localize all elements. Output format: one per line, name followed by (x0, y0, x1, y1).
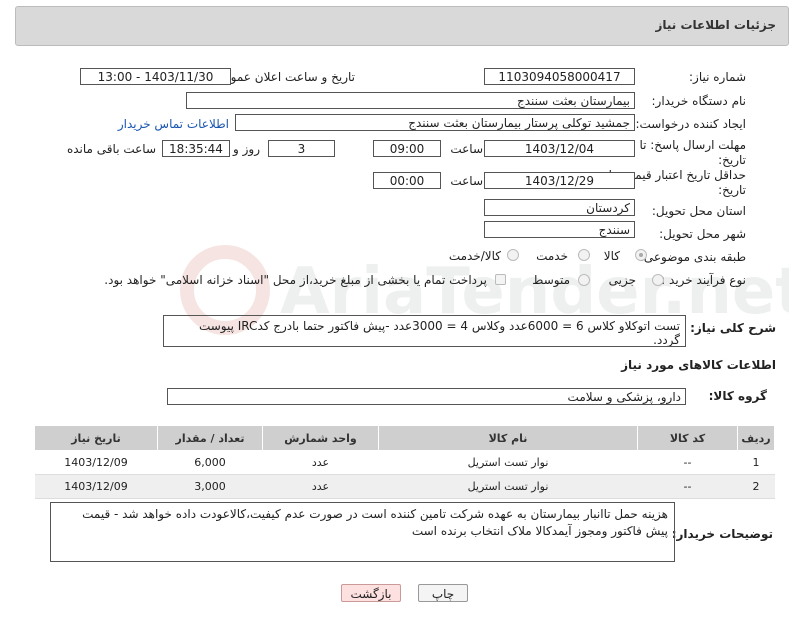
city-label: شهر محل تحویل: (659, 227, 746, 241)
purchase-radio-medium[interactable] (578, 274, 590, 286)
cell-need-date: 1403/12/09 (34, 450, 158, 475)
cell-goods-name: نوار تست استریل (378, 474, 638, 499)
days-remaining-field[interactable]: 3 (268, 140, 335, 157)
goods-group-label: گروه کالا: (708, 389, 767, 403)
need-number-label: شماره نیاز: (689, 70, 746, 84)
province-label: استان محل تحویل: (651, 204, 746, 218)
remaining-time-field[interactable]: 18:35:44 (162, 140, 230, 157)
category-goods-label: کالا (603, 249, 620, 263)
treasury-note: پرداخت تمام یا بخشی از مبلغ خرید،از محل … (104, 273, 487, 287)
cell-goods-code: -- (637, 450, 738, 475)
category-radio-goods[interactable] (635, 249, 647, 261)
buyer-notes-label: توضیحات خریدار: (671, 527, 773, 541)
print-button[interactable]: چاپ (418, 584, 468, 602)
purchase-type-label: نوع فرآیند خرید : (661, 273, 746, 287)
cell-quantity: 3,000 (157, 474, 263, 499)
purchase-radio-minor[interactable] (652, 274, 664, 286)
cell-unit: عدد (262, 450, 379, 475)
goods-table: ردیف کد کالا نام کالا واحد شمارش تعداد /… (34, 425, 775, 499)
col-quantity: تعداد / مقدار (157, 425, 263, 451)
buyer-org-label: نام دستگاه خریدار: (651, 94, 747, 108)
goods-group-field[interactable]: دارو، پزشکی و سلامت (167, 388, 686, 405)
need-number-field[interactable]: 1103094058000417 (484, 68, 635, 85)
page-title: جزئیات اطلاعات نیاز (655, 18, 776, 32)
cell-goods-code: -- (637, 474, 738, 499)
goods-table-header: ردیف کد کالا نام کالا واحد شمارش تعداد /… (34, 425, 775, 451)
remaining-label: ساعت باقی مانده (66, 142, 156, 156)
deadline-date-field[interactable]: 1403/12/04 (484, 140, 635, 157)
col-need-date: تاریخ نیاز (34, 425, 158, 451)
back-button[interactable]: بازگشت (341, 584, 401, 602)
cell-unit: عدد (262, 474, 379, 499)
cell-quantity: 6,000 (157, 450, 263, 475)
category-service-label: خدمت (536, 249, 568, 263)
cell-row-number: 2 (737, 474, 775, 499)
announce-date-field[interactable]: 1403/11/30 - 13:00 (80, 68, 231, 85)
deadline-label: مهلت ارسال پاسخ: تا (639, 138, 746, 152)
requester-label: ایجاد کننده درخواست: (635, 117, 746, 131)
category-goods-service-label: کالا/خدمت (448, 249, 501, 263)
page-header: جزئیات اطلاعات نیاز (15, 6, 789, 46)
min-price-date-field[interactable]: 1403/12/29 (484, 172, 635, 189)
min-price-time-label: ساعت (450, 174, 483, 188)
buyer-org-field[interactable]: بیمارستان بعثت سنندج (186, 92, 635, 109)
col-unit: واحد شمارش (262, 425, 379, 451)
deadline-time-label: ساعت (450, 142, 483, 156)
treasury-checkbox[interactable] (495, 274, 506, 285)
deadline-time-field[interactable]: 09:00 (373, 140, 441, 157)
category-radio-goods-service[interactable] (507, 249, 519, 261)
col-row-number: ردیف (737, 425, 775, 451)
deadline-label-date: تاریخ: (718, 153, 746, 167)
category-radio-service[interactable] (578, 249, 590, 261)
province-field[interactable]: کردستان (484, 199, 635, 216)
cell-need-date: 1403/12/09 (34, 474, 158, 499)
days-label: روز و (233, 142, 260, 156)
description-textarea[interactable]: تست اتوکلاو کلاس 6 = 6000عدد وکلاس 4 = 3… (163, 315, 686, 347)
min-price-label-date: تاریخ: (718, 183, 746, 197)
purchase-medium-label: متوسط (532, 273, 570, 287)
city-field[interactable]: سنندج (484, 221, 635, 238)
goods-section-title: اطلاعات کالاهای مورد نیاز (621, 358, 776, 372)
buyer-notes-textarea[interactable]: هزینه حمل تاانبار بیمارستان به عهده شرکت… (50, 502, 675, 562)
table-row: 2 -- نوار تست استریل عدد 3,000 1403/12/0… (34, 474, 775, 499)
requester-field[interactable]: جمشید توکلی پرستار بیمارستان بعثت سنندج (235, 114, 635, 131)
col-goods-code: کد کالا (637, 425, 738, 451)
cell-row-number: 1 (737, 450, 775, 475)
table-row: 1 -- نوار تست استریل عدد 6,000 1403/12/0… (34, 450, 775, 475)
col-goods-name: نام کالا (378, 425, 638, 451)
announce-date-label: تاریخ و ساعت اعلان عمومی: (210, 70, 355, 84)
cell-goods-name: نوار تست استریل (378, 450, 638, 475)
description-label: شرح کلی نیاز: (690, 321, 776, 335)
min-price-time-field[interactable]: 00:00 (373, 172, 441, 189)
category-label: طبقه بندی موضوعی: (639, 250, 746, 264)
buyer-contact-link[interactable]: اطلاعات تماس خریدار (118, 117, 229, 131)
purchase-minor-label: جزیی (608, 273, 636, 287)
